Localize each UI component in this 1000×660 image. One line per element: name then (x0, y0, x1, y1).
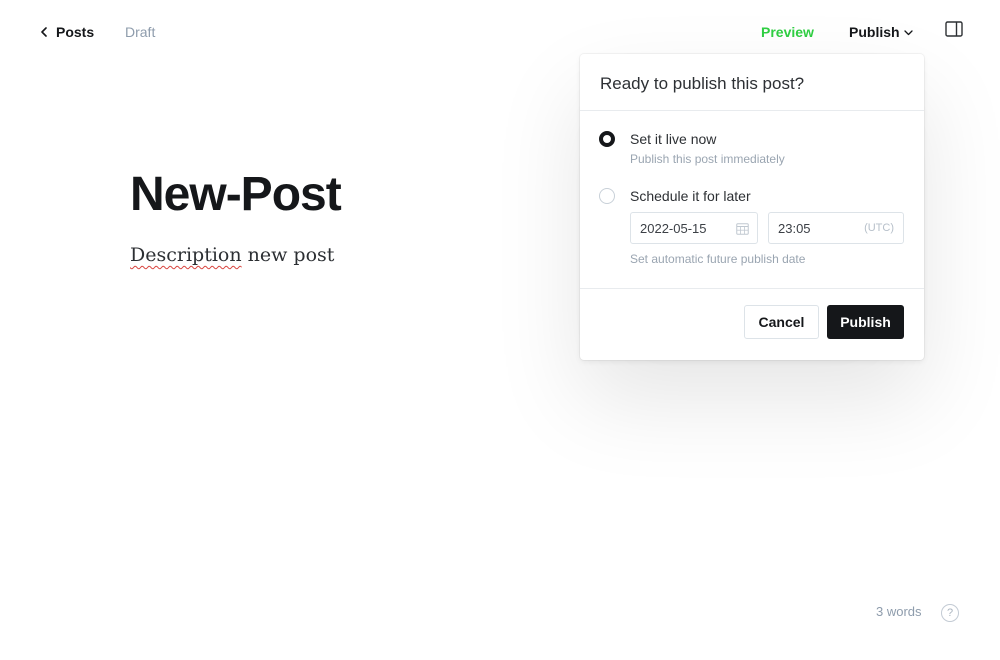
post-body-text: new post (241, 244, 335, 266)
publish-time-input[interactable]: 23:05 (UTC) (768, 212, 904, 244)
word-count: 3 words (876, 604, 922, 619)
cancel-button[interactable]: Cancel (744, 305, 819, 339)
chevron-down-icon (903, 30, 913, 36)
schedule-later-label[interactable]: Schedule it for later (630, 188, 751, 204)
timezone-label: (UTC) (864, 222, 894, 234)
publish-time-value: 23:05 (778, 220, 811, 236)
schedule-later-radio[interactable] (599, 188, 615, 204)
popover-divider-bottom (580, 288, 924, 289)
post-status: Draft (125, 24, 156, 40)
publish-menu-button[interactable]: Publish (849, 24, 913, 40)
post-editor: New-Post Description new post (130, 160, 570, 268)
publish-now-label[interactable]: Set it live now (630, 131, 716, 147)
confirm-publish-button[interactable]: Publish (827, 305, 904, 339)
post-title[interactable]: New-Post (130, 160, 570, 230)
publish-popover: Ready to publish this post? Set it live … (580, 54, 924, 360)
misspelled-word: Description (130, 244, 242, 266)
question-circle-icon[interactable]: ? (941, 604, 959, 622)
back-link-label: Posts (56, 24, 95, 40)
publish-date-value: 2022-05-15 (640, 220, 707, 236)
schedule-later-description: Set automatic future publish date (630, 252, 806, 266)
publish-now-description: Publish this post immediately (630, 152, 785, 166)
sidebar-panel-icon[interactable] (945, 21, 963, 37)
publish-now-radio[interactable] (599, 131, 615, 147)
back-to-posts-link[interactable]: Posts (40, 22, 94, 42)
popover-divider-top (580, 110, 924, 111)
popover-title: Ready to publish this post? (600, 74, 805, 93)
publish-menu-label: Publish (849, 24, 900, 40)
calendar-icon[interactable] (736, 222, 749, 235)
publish-date-input[interactable]: 2022-05-15 (630, 212, 758, 244)
chevron-left-icon (41, 27, 47, 37)
post-body[interactable]: Description new post (130, 242, 570, 268)
preview-button[interactable]: Preview (761, 24, 814, 40)
